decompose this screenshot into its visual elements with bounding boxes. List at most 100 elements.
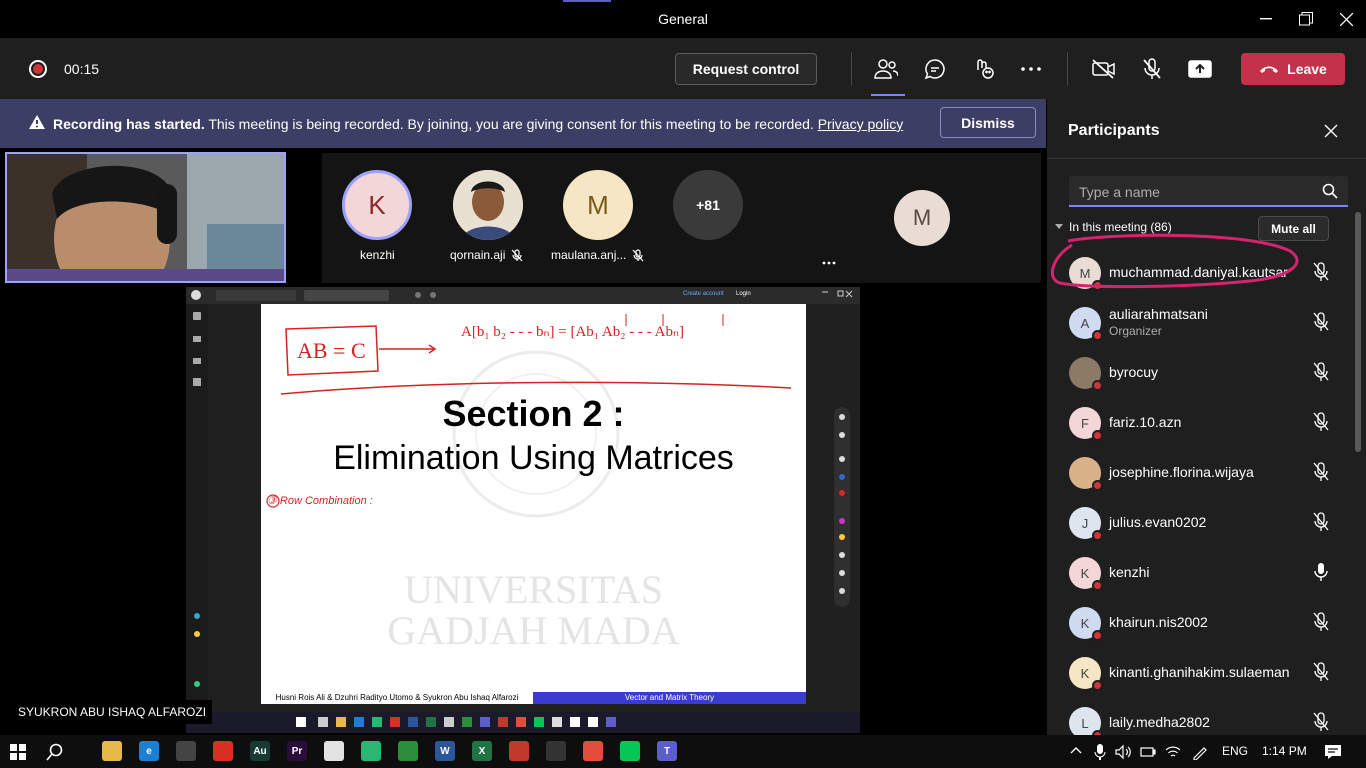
participant-row[interactable]: Mmuchammad.daniyal.kautsar: [1047, 247, 1353, 297]
meeting-toolbar: 00:15 Request control Leave: [0, 38, 1366, 99]
taskbar-app-icon[interactable]: Au: [250, 741, 270, 761]
participant-avatar[interactable]: K: [342, 170, 412, 240]
mute-all-button[interactable]: Mute all: [1258, 216, 1329, 241]
taskbar-app-icon[interactable]: [620, 741, 640, 761]
windows-taskbar: e Au Pr W X T ENG 1:14 PM: [0, 735, 1366, 768]
camera-off-icon[interactable]: [1089, 54, 1119, 84]
battery-icon[interactable]: [1140, 744, 1156, 760]
section-label: In this meeting (86): [1069, 220, 1172, 234]
chevron-up-icon[interactable]: [1070, 746, 1082, 754]
mic-on-icon[interactable]: [1312, 562, 1330, 582]
participant-row[interactable]: Aauliarahmatsani Organizer: [1047, 297, 1353, 347]
taskbar-app-icon[interactable]: [102, 741, 122, 761]
taskbar-app-icon[interactable]: Pr: [287, 741, 307, 761]
maximize-icon[interactable]: [1294, 8, 1318, 30]
overflow-participants-button[interactable]: +81: [673, 170, 743, 240]
status-dot: [1092, 530, 1103, 541]
pen-tray-icon[interactable]: [1192, 744, 1208, 760]
mic-muted-icon[interactable]: [1312, 262, 1330, 282]
mic-muted-icon[interactable]: [1312, 362, 1330, 382]
presenter-name: SYUKRON ABU ISHAQ ALFAROZI: [12, 700, 213, 724]
participant-avatar: K: [1069, 657, 1103, 691]
status-dot: [1092, 430, 1103, 441]
mic-off-icon[interactable]: [1137, 54, 1167, 84]
participant-row[interactable]: Kkenzhi: [1047, 547, 1353, 597]
shared-sidebar: [186, 304, 208, 710]
participant-role: Organizer: [1109, 324, 1162, 338]
more-options-icon[interactable]: [813, 251, 845, 275]
slide-footer-course: Vector and Matrix Theory: [533, 692, 806, 704]
taskbar-app-icon[interactable]: T: [657, 741, 677, 761]
dismiss-button[interactable]: Dismiss: [940, 107, 1036, 138]
taskbar-app-icon[interactable]: W: [435, 741, 455, 761]
mic-muted-icon[interactable]: [1312, 612, 1330, 632]
meeting-stage: K kenzhi qornain.aji M maulana.anj... +8…: [0, 148, 1046, 735]
participant-row[interactable]: Kkinanti.ghanihakim.sulaeman: [1047, 647, 1353, 697]
chat-icon[interactable]: [920, 54, 950, 84]
minimize-icon[interactable]: [1254, 8, 1278, 30]
participant-row[interactable]: josephine.florina.wijaya: [1047, 447, 1353, 497]
notifications-icon[interactable]: [1324, 744, 1342, 760]
avatar-initial: L: [1081, 715, 1089, 731]
avatar-initial: K: [1080, 615, 1090, 631]
taskbar-app-icon[interactable]: [509, 741, 529, 761]
participant-row[interactable]: Ffariz.10.azn: [1047, 397, 1353, 447]
close-window-icon[interactable]: [1334, 8, 1358, 30]
taskbar-app-icon[interactable]: e: [139, 741, 159, 761]
reactions-icon[interactable]: [969, 54, 999, 84]
taskbar-app-icon[interactable]: [361, 741, 381, 761]
in-meeting-section[interactable]: In this meeting (86): [1055, 220, 1172, 234]
taskbar-app-icon[interactable]: [583, 741, 603, 761]
taskbar-app-icon[interactable]: [546, 741, 566, 761]
participants-panel: Participants In this meeting (86) Mute a…: [1046, 99, 1366, 741]
participant-avatar[interactable]: M: [894, 190, 950, 246]
taskbar-app-icon[interactable]: X: [472, 741, 492, 761]
banner-bold-text: Recording has started.: [53, 116, 205, 132]
mic-muted-icon[interactable]: [1312, 462, 1330, 482]
windows-start-icon[interactable]: [10, 744, 26, 760]
participant-row[interactable]: byrocuy: [1047, 347, 1353, 397]
share-screen-icon[interactable]: [1185, 54, 1215, 84]
slide-watermark-2: GADJAH MADA: [387, 608, 680, 653]
participant-avatar[interactable]: M: [563, 170, 633, 240]
request-control-button[interactable]: Request control: [675, 53, 817, 85]
participant-list: Mmuchammad.daniyal.kautsar Aauliarahmatsa…: [1047, 247, 1353, 747]
volume-icon[interactable]: [1115, 744, 1131, 760]
taskbar-app-icon[interactable]: [213, 741, 233, 761]
status-dot: [1092, 480, 1103, 491]
mic-muted-icon: [632, 248, 644, 261]
close-panel-icon[interactable]: [1321, 121, 1341, 141]
phone-hangup-icon: [1260, 66, 1279, 73]
banner-text: Recording has started. This meeting is b…: [53, 116, 903, 132]
mic-muted-icon[interactable]: [1312, 412, 1330, 432]
participants-icon[interactable]: [871, 54, 905, 96]
taskbar-app-icon[interactable]: [176, 741, 196, 761]
mic-muted-icon[interactable]: [1312, 512, 1330, 532]
avatar-initial: K: [1080, 565, 1090, 581]
participant-row[interactable]: Kkhairun.nis2002: [1047, 597, 1353, 647]
search-icon[interactable]: [1322, 183, 1338, 199]
participant-avatar[interactable]: [453, 170, 523, 240]
language-indicator[interactable]: ENG: [1222, 744, 1248, 758]
taskbar-app-icon[interactable]: [398, 741, 418, 761]
pen-toolbar: [834, 407, 850, 607]
participant-avatar: K: [1069, 607, 1103, 641]
panel-scrollbar[interactable]: [1355, 212, 1361, 452]
taskbar-app-icon[interactable]: [324, 741, 344, 761]
search-input[interactable]: [1079, 182, 1309, 202]
slide-footer-authors: Husni Rois Ali & Dzuhri Radityo Utomo & …: [261, 692, 533, 704]
more-actions-icon[interactable]: [1016, 54, 1046, 84]
participant-avatar: M: [1069, 257, 1103, 291]
microphone-tray-icon[interactable]: [1094, 744, 1106, 760]
participant-avatar: A: [1069, 307, 1103, 341]
search-icon[interactable]: [46, 743, 64, 761]
leave-button[interactable]: Leave: [1241, 53, 1345, 85]
wifi-icon[interactable]: [1165, 744, 1181, 760]
mic-muted-icon[interactable]: [1312, 662, 1330, 682]
participant-row[interactable]: Jjulius.evan0202: [1047, 497, 1353, 547]
mic-muted-icon[interactable]: [1312, 712, 1330, 732]
mic-muted-icon[interactable]: [1312, 312, 1330, 332]
privacy-policy-link[interactable]: Privacy policy: [818, 116, 904, 132]
clock[interactable]: 1:14 PM: [1262, 744, 1307, 758]
avatar-photo: [453, 170, 523, 240]
